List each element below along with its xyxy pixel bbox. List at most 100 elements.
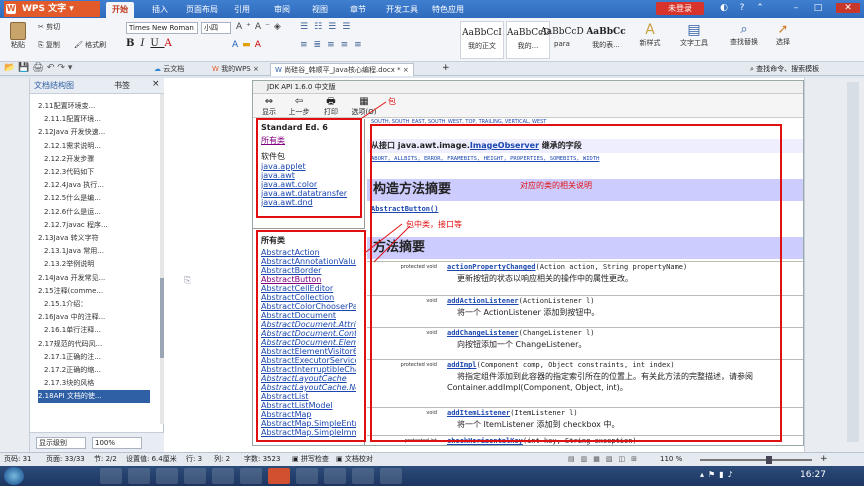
skin-icon[interactable]: ◐ — [718, 3, 730, 13]
font-style-buttons[interactable]: BIUA — [126, 38, 178, 49]
document-map-item[interactable]: 2.12Java 开发快速... — [38, 126, 150, 139]
document-map-item[interactable]: 2.12.4Java 执行... — [44, 179, 156, 192]
document-map-item[interactable]: 2.11.1配置环境... — [44, 113, 156, 126]
document-map-item[interactable]: 2.14Java 开发常见... — [38, 272, 150, 285]
taskbar-app-9[interactable] — [324, 468, 346, 484]
taskbar-app-11[interactable] — [380, 468, 402, 484]
tab-page-layout[interactable]: 页面布局 — [180, 2, 224, 18]
font-grow-icons[interactable]: A⁺A⁻◈ — [236, 22, 285, 32]
tab-bookmarks[interactable]: 书签 — [114, 80, 130, 91]
document-map-item[interactable]: 2.17.3块的风格 — [44, 377, 156, 390]
tab-cloud-label: 云文档 — [163, 65, 185, 73]
quick-access-icons[interactable]: 📂💾🖨↶↷▾ — [4, 63, 75, 73]
document-map-item[interactable]: 2.18API 文档的使... — [38, 390, 150, 404]
document-map-item[interactable]: 2.12.3代码如下 — [44, 166, 156, 179]
document-map-item[interactable]: 2.16Java 中的注释... — [38, 311, 150, 324]
app-title: WPS 文字 — [22, 4, 67, 14]
start-button[interactable] — [4, 467, 24, 485]
document-map-item[interactable]: 2.13.1Java 常用... — [44, 245, 156, 258]
zoom-slider[interactable] — [700, 459, 812, 461]
paste-button[interactable]: 粘贴 — [6, 22, 30, 50]
style-para[interactable]: AaBbCcD para — [540, 21, 584, 59]
document-map-item[interactable]: 2.12.7javac 程序... — [44, 219, 156, 232]
app-menu-button[interactable]: WPS 文字 ▾ — [4, 1, 100, 17]
font-color-icon[interactable]: A — [165, 38, 178, 49]
zoom-slider-thumb[interactable] — [766, 456, 772, 464]
document-map-tabs: 文档结构图 书签 × — [30, 78, 164, 94]
text-tools-button[interactable]: ▤ 文字工具 — [676, 22, 712, 48]
close-panel-icon[interactable]: × — [152, 79, 160, 89]
taskbar-app-1[interactable] — [100, 468, 122, 484]
login-button[interactable]: 未登录 — [656, 2, 704, 15]
document-map-item[interactable]: 2.15.1介绍： — [44, 298, 156, 311]
outline-level-select[interactable]: 显示级别 — [36, 437, 86, 449]
command-search[interactable]: ⌕ 查找命令、搜索模板 — [750, 63, 819, 76]
document-map-item[interactable]: 2.15注释(comme... — [38, 285, 150, 298]
taskbar-app-8[interactable] — [296, 468, 318, 484]
list-icons[interactable]: ☰☷☰☰ — [300, 22, 356, 32]
font-size-select[interactable]: 小四 — [201, 22, 231, 34]
tab-document-map[interactable]: 文档结构图 — [34, 80, 74, 91]
tab-review[interactable]: 审阅 — [268, 2, 296, 18]
tab-insert[interactable]: 插入 — [146, 2, 174, 18]
document-map-item[interactable]: 2.17.2正确的缩... — [44, 364, 156, 377]
zoom-level[interactable]: 110 % — [660, 453, 682, 466]
underline-icon[interactable]: U — [150, 38, 164, 49]
spell-check-toggle[interactable]: ▣ 拼写检查 — [292, 453, 329, 466]
format-painter-button[interactable]: 🖌 格式刷 — [74, 40, 106, 50]
document-map-item[interactable]: 2.12.6什么是运... — [44, 206, 156, 219]
taskbar-app-4[interactable] — [184, 468, 206, 484]
tab-document[interactable]: W 尚硅谷_韩顺平_Java核心编程.docx * × — [270, 63, 414, 76]
taskbar-app-10[interactable] — [352, 468, 374, 484]
italic-icon[interactable]: I — [140, 38, 150, 49]
document-map-item[interactable]: 2.13.2举例说明 — [44, 258, 156, 271]
find-replace-button[interactable]: ⌕ 查找替换 — [724, 22, 764, 47]
maximize-icon[interactable]: □ — [812, 3, 824, 13]
tab-developer[interactable]: 开发工具 — [380, 2, 424, 18]
copy-button[interactable]: ⎘ 复制 — [38, 40, 60, 50]
vertical-scrollbar[interactable] — [847, 82, 859, 442]
select-button[interactable]: ➚ 选择 — [768, 22, 798, 47]
document-map-item[interactable]: 2.16.1单行注释... — [44, 324, 156, 337]
tab-special[interactable]: 特色应用 — [426, 2, 470, 18]
taskbar-app-3[interactable] — [156, 468, 178, 484]
document-map-item[interactable]: 2.12.2开发步骤 — [44, 153, 156, 166]
bold-icon[interactable]: B — [126, 38, 140, 49]
text-tools-label: 文字工具 — [680, 39, 708, 47]
document-map-item[interactable]: 2.12.1需求说明... — [44, 140, 156, 153]
align-icons[interactable]: ≡≣≡≡≡ — [300, 40, 368, 50]
minimize-icon[interactable]: – — [790, 3, 802, 13]
collapse-ribbon-icon[interactable]: ⌃ — [754, 3, 766, 13]
paste-options-icon[interactable]: ⎘ — [184, 276, 191, 286]
system-tray-icons[interactable]: ▴⚑▮♪ — [700, 470, 737, 479]
zoom-in-icon[interactable]: + — [820, 453, 828, 466]
tab-my-wps[interactable]: W 我的WPS × — [208, 63, 263, 76]
taskbar-app-2[interactable] — [128, 468, 150, 484]
help-icon[interactable]: ? — [736, 3, 748, 13]
proofread-toggle[interactable]: ▣ 文档校对 — [336, 453, 373, 466]
tab-view[interactable]: 视图 — [306, 2, 334, 18]
taskbar-wps[interactable] — [240, 468, 262, 484]
document-map-item[interactable]: 2.17.1正确的注... — [44, 351, 156, 364]
cut-button[interactable]: ✂ 剪切 — [38, 22, 60, 32]
document-map-item[interactable]: 2.17规范的代码风... — [38, 338, 150, 351]
taskbar-ppt[interactable] — [268, 468, 290, 484]
map-zoom-select[interactable]: 100% — [92, 437, 142, 449]
style-normal[interactable]: AaBbCcI 我的正文 — [460, 21, 504, 59]
view-mode-icons[interactable]: ▤▥▦▧◫⊞ — [568, 453, 643, 466]
new-style-button[interactable]: A 新样式 — [634, 22, 666, 48]
tab-chapter[interactable]: 章节 — [344, 2, 372, 18]
tab-references[interactable]: 引用 — [228, 2, 256, 18]
document-map-item[interactable]: 2.12.5什么是编... — [44, 192, 156, 205]
document-map-item[interactable]: 2.11配置环境变... — [38, 100, 150, 113]
new-tab-button[interactable]: + — [442, 63, 450, 73]
status-bar: 页码: 31 页面: 33/33 节: 2/2 设置值: 6.4厘米 行: 3 … — [0, 452, 864, 466]
style-table[interactable]: AaBbCc 我的表... — [584, 21, 628, 59]
taskbar-app-5[interactable] — [212, 468, 234, 484]
font-name-select[interactable]: Times New Roman — [126, 22, 198, 34]
document-map-item[interactable]: 2.13Java 转义字符 — [38, 232, 150, 245]
tab-cloud-docs[interactable]: ☁ 云文档 — [150, 63, 188, 76]
tab-home[interactable]: 开始 — [106, 2, 134, 18]
close-icon[interactable]: ✕ — [836, 3, 860, 13]
highlight-icons[interactable]: A▬A — [232, 40, 265, 50]
